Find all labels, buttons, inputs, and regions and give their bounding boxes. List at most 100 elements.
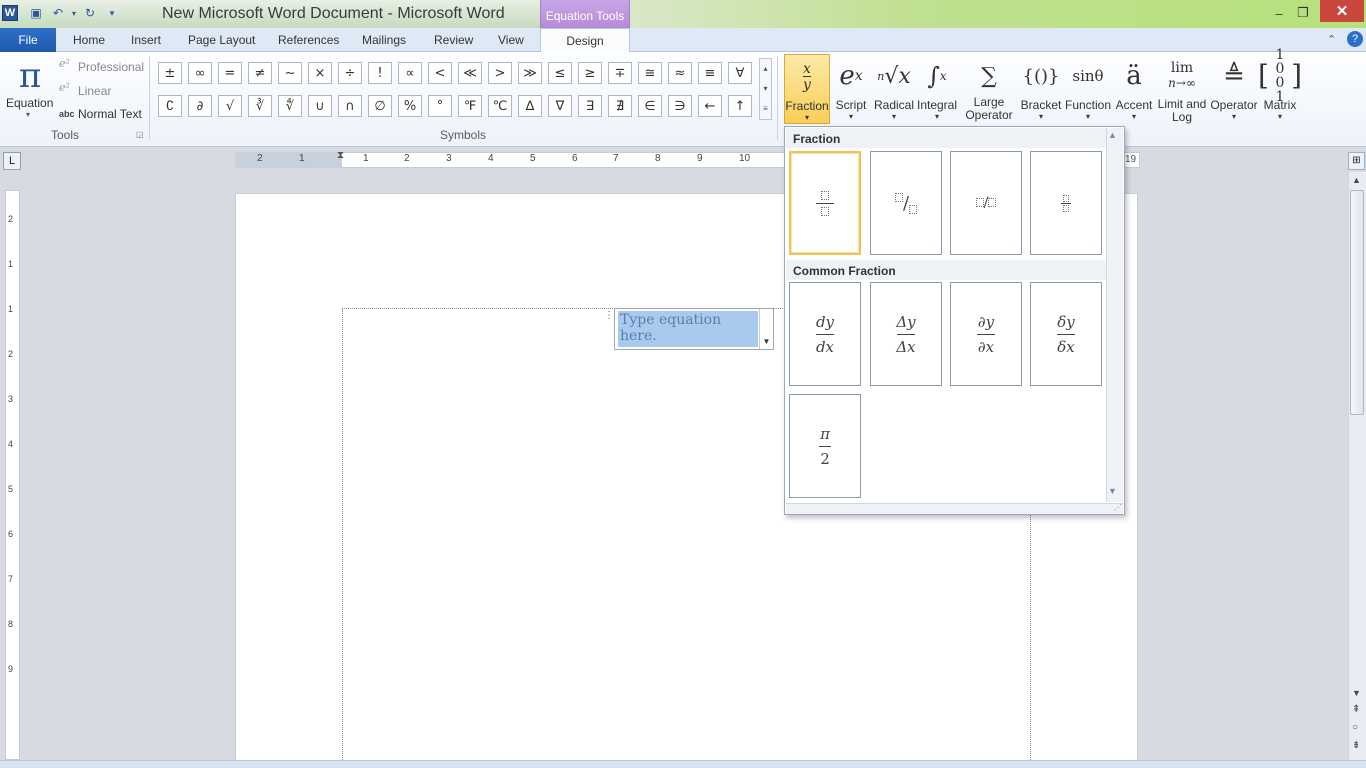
scrollbar-thumb[interactable]	[1350, 190, 1364, 415]
symbol-button[interactable]: ∜	[278, 95, 302, 117]
symbol-button[interactable]: ∪	[308, 95, 332, 117]
symbol-button[interactable]: %	[398, 95, 422, 117]
close-button[interactable]: ✕	[1320, 0, 1364, 22]
symbol-button[interactable]: =	[218, 62, 242, 84]
undo-icon[interactable]: ↶	[50, 5, 66, 21]
symbol-button[interactable]: ≤	[548, 62, 572, 84]
minimize-ribbon-icon[interactable]: ⌃	[1327, 33, 1336, 46]
symbol-button[interactable]: ∝	[398, 62, 422, 84]
tab-home[interactable]: Home	[73, 33, 105, 47]
large-operator-button[interactable]: ∑ Large Operator	[960, 54, 1018, 124]
gallery-scrollbar[interactable]	[1106, 128, 1123, 502]
symbol-button[interactable]: ≈	[668, 62, 692, 84]
symbol-button[interactable]: ↑	[728, 95, 752, 117]
linear-option[interactable]: Linear	[78, 84, 111, 98]
tab-references[interactable]: References	[278, 33, 339, 47]
common-fraction-delta-y-delta-x[interactable]: Δy Δx	[870, 282, 942, 386]
symbol-button[interactable]: ∁	[158, 95, 182, 117]
scroll-up-icon[interactable]: ▲	[1352, 175, 1361, 185]
fraction-skewed[interactable]: /	[870, 151, 942, 255]
help-icon[interactable]: ?	[1347, 31, 1363, 47]
gallery-scroll-down-icon[interactable]: ▼	[1108, 486, 1117, 496]
symbol-button[interactable]: ≅	[638, 62, 662, 84]
tab-file[interactable]: File	[0, 28, 56, 52]
accent-button[interactable]: ä Accent ▾	[1114, 54, 1154, 124]
symbol-button[interactable]: ∞	[188, 62, 212, 84]
tools-dialog-launcher-icon[interactable]: ◲	[136, 130, 144, 139]
tab-insert[interactable]: Insert	[131, 33, 161, 47]
symbol-button[interactable]: ≠	[248, 62, 272, 84]
normal-text-option[interactable]: Normal Text	[78, 107, 142, 121]
symbol-button[interactable]: ∓	[608, 62, 632, 84]
next-page-icon[interactable]: ⇟	[1352, 740, 1360, 751]
symbol-button[interactable]: ∀	[728, 62, 752, 84]
tab-review[interactable]: Review	[434, 33, 473, 47]
symbol-button[interactable]: √	[218, 95, 242, 117]
tab-view[interactable]: View	[498, 33, 524, 47]
tab-design[interactable]: Design	[540, 28, 630, 53]
symbol-button[interactable]: °	[428, 95, 452, 117]
symbol-button[interactable]: ≡	[698, 62, 722, 84]
common-fraction-small-delta[interactable]: δy δx	[1030, 282, 1102, 386]
undo-dropdown-icon[interactable]: ▾	[66, 5, 82, 21]
symbol-button[interactable]: ∄	[608, 95, 632, 117]
bracket-button[interactable]: {()} Bracket ▾	[1020, 54, 1062, 124]
restore-button[interactable]: ❐	[1290, 3, 1316, 23]
equation-options-dropdown-icon[interactable]: ▼	[759, 309, 773, 349]
symbol-button[interactable]: ∂	[188, 95, 212, 117]
indent-marker-icon[interactable]: ⧗	[337, 150, 344, 161]
scroll-down-icon[interactable]: ▼	[1352, 688, 1361, 698]
symbol-button[interactable]: ℉	[458, 95, 482, 117]
symbol-button[interactable]: ∇	[548, 95, 572, 117]
minimize-button[interactable]: –	[1266, 3, 1292, 23]
equation-move-handle-icon[interactable]: ⋮	[604, 310, 614, 326]
symbol-button[interactable]: ±	[158, 62, 182, 84]
tab-selector[interactable]: L	[3, 152, 21, 170]
integral-button[interactable]: ∫ x Integral ▾	[916, 54, 958, 124]
symbol-button[interactable]: ≥	[578, 62, 602, 84]
symbol-button[interactable]: ×	[308, 62, 332, 84]
resize-grip-icon[interactable]: ⋰	[1114, 503, 1122, 512]
symbol-button[interactable]: ∃	[578, 95, 602, 117]
customize-qat-icon[interactable]: ▾	[104, 5, 120, 21]
symbol-button[interactable]: ÷	[338, 62, 362, 84]
word-app-icon[interactable]: W	[2, 5, 18, 21]
symbol-button[interactable]: ∩	[338, 95, 362, 117]
symbol-button[interactable]: ∋	[668, 95, 692, 117]
symbol-button[interactable]: <	[428, 62, 452, 84]
equation-button-label[interactable]: Equation	[6, 96, 53, 110]
symbol-button[interactable]: >	[488, 62, 512, 84]
symbol-button[interactable]: ~	[278, 62, 302, 84]
gallery-resize-grip[interactable]	[786, 503, 1123, 514]
symbol-button[interactable]: ≫	[518, 62, 542, 84]
symbol-button[interactable]: ℃	[488, 95, 512, 117]
equation-pi-icon[interactable]: π	[10, 56, 50, 96]
operator-button[interactable]: ≜ Operator ▾	[1210, 54, 1258, 124]
common-fraction-pi-over-2[interactable]: π2	[789, 394, 861, 498]
radical-button[interactable]: n √ x Radical ▾	[872, 54, 916, 124]
view-ruler-icon[interactable]: ⊞	[1348, 152, 1365, 170]
common-fraction-partial-y-partial-x[interactable]: ∂y ∂x	[950, 282, 1022, 386]
equation-input[interactable]: Type equation here.	[618, 311, 758, 347]
symbol-button[interactable]: ≪	[458, 62, 482, 84]
gallery-scroll-up-icon[interactable]: ▲	[1108, 130, 1117, 140]
fraction-button[interactable]: xy Fraction ▾	[784, 54, 830, 124]
professional-option[interactable]: Professional	[78, 60, 144, 74]
tab-mailings[interactable]: Mailings	[362, 33, 406, 47]
symbol-button[interactable]: ∅	[368, 95, 392, 117]
save-icon[interactable]: ▣	[28, 5, 44, 21]
tab-page-layout[interactable]: Page Layout	[188, 33, 255, 47]
common-fraction-dy-dx[interactable]: dy dx	[789, 282, 861, 386]
symbol-button[interactable]: ∆	[518, 95, 542, 117]
equation-dropdown-icon[interactable]: ▾	[26, 110, 30, 119]
symbol-button[interactable]: ∈	[638, 95, 662, 117]
script-button[interactable]: ex Script ▾	[832, 54, 870, 124]
symbol-button[interactable]: !	[368, 62, 392, 84]
previous-page-icon[interactable]: ⇞	[1352, 704, 1360, 715]
fraction-small[interactable]	[1030, 151, 1102, 255]
matrix-button[interactable]: [1 00 1] Matrix ▾	[1258, 48, 1302, 124]
limit-and-log-button[interactable]: lim n→∞ Limit and Log	[1156, 54, 1208, 124]
symbol-button[interactable]: ←	[698, 95, 722, 117]
symbol-button[interactable]: ∛	[248, 95, 272, 117]
browse-object-icon[interactable]: ○	[1352, 722, 1358, 733]
